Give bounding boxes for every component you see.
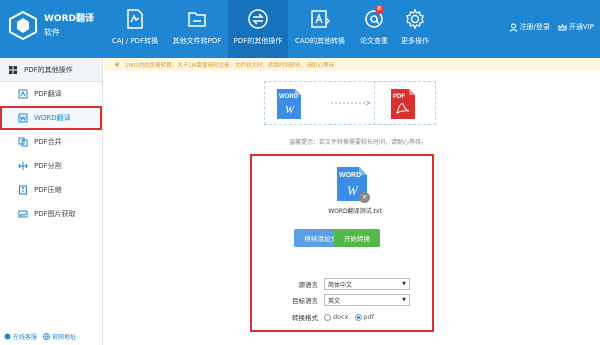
app-logo-icon <box>9 10 37 40</box>
image-icon <box>18 210 28 218</box>
format-option-label: docx <box>333 313 349 321</box>
nav-pdf-other-ops[interactable]: PDF的其他操作 <box>228 0 288 58</box>
format-radio-docx[interactable]: docx <box>324 313 349 321</box>
radio-dot <box>354 313 362 321</box>
user-area: 注册/登录 开通VIP <box>509 22 594 32</box>
target-language-select[interactable]: 英文 ▼ <box>324 294 410 306</box>
radio-dot <box>324 313 331 321</box>
user-icon <box>509 23 517 32</box>
chevron-down-icon: ▼ <box>402 281 406 287</box>
format-option-label: pdf <box>363 313 375 321</box>
sidebar-item-pdf-image[interactable]: PDF图片获取 <box>0 202 102 226</box>
vip-link[interactable]: 开通VIP <box>558 22 594 32</box>
cad-icon <box>311 10 330 28</box>
target-language-row: 目标语言 英文 ▼ <box>264 294 410 306</box>
nav-cad-convert[interactable]: CAD的其他转换 <box>288 0 352 58</box>
headset-icon <box>4 333 11 340</box>
format-label: 转换格式 <box>292 314 318 322</box>
login-link[interactable]: 注册/登录 <box>509 22 550 32</box>
crown-icon <box>558 22 567 30</box>
split-icon <box>18 162 28 170</box>
nav-label: 论文查重 <box>360 37 388 45</box>
speaker-icon <box>115 62 119 67</box>
sidebar-item-label: PDF分割 <box>34 162 62 170</box>
nav-more[interactable]: 更多操作 <box>396 0 434 58</box>
source-language-value: 简体中文 <box>328 281 353 289</box>
pdf-convert-icon <box>127 9 143 29</box>
sidebar-item-word-translate[interactable]: WORD翻译 <box>0 106 102 130</box>
globe-icon <box>43 333 50 340</box>
word-file-glyph: W <box>285 104 295 116</box>
target-language-label: 目标语言 <box>292 297 318 305</box>
remove-file-button[interactable]: × <box>359 192 370 203</box>
nav-other-to-pdf[interactable]: 其他文件转PDF <box>166 0 228 58</box>
sidebar-footer: 在线客服 官网地址 <box>0 332 103 341</box>
merge-icon <box>18 137 28 147</box>
new-badge: 新 <box>375 5 384 14</box>
source-language-label: 源语言 <box>298 281 319 289</box>
app-title: WORD翻译 <box>44 14 94 24</box>
format-radio-pdf[interactable]: pdf <box>354 313 375 321</box>
online-service-link[interactable]: 在线客服 <box>4 332 37 341</box>
nav-label: 更多操作 <box>401 37 429 45</box>
uploaded-file-label: WORD <box>339 172 361 179</box>
app-subtitle: 软件 <box>44 28 60 37</box>
online-service-label: 在线客服 <box>13 334 38 341</box>
word-file-label: WORD <box>279 94 299 100</box>
arrow-icon <box>331 101 371 105</box>
vip-label: 开通VIP <box>568 23 594 31</box>
sidebar-item-label: WORD翻译 <box>34 114 71 122</box>
sidebar: PDF的其他操作 PDF翻译 WORD翻译 PDF合并 PDF分割 PDF压缩 … <box>0 58 103 345</box>
pdf-file-label: PDF <box>393 94 405 100</box>
folder-icon <box>188 12 206 27</box>
start-convert-button[interactable]: 开始转换 <box>334 229 380 247</box>
sidebar-item-label: PDF图片获取 <box>34 210 76 218</box>
nav-label: PDF的其他操作 <box>233 37 283 45</box>
format-radio-group: docx pdf <box>324 313 374 321</box>
chevron-down-icon: ▼ <box>402 297 406 303</box>
official-site-label: 官网地址 <box>52 334 77 341</box>
nav-caj-pdf[interactable]: CAJ / PDF转换 <box>104 0 166 58</box>
notice-text: 1M以内的免费转换，大于1M需使用时注册，文件较大时，转换时间较长，请耐心等待 <box>125 62 334 69</box>
sidebar-item-pdf-merge[interactable]: PDF合并 <box>0 130 102 154</box>
swap-icon <box>248 9 268 29</box>
sidebar-item-pdf-translate[interactable]: PDF翻译 <box>0 82 102 106</box>
compress-icon <box>19 185 27 195</box>
nav-label: CAJ / PDF转换 <box>111 37 159 45</box>
file-name: WORD翻译测试.txt <box>328 208 382 215</box>
sidebar-item-pdf-split[interactable]: PDF分割 <box>0 154 102 178</box>
word-file-icon: WORD W <box>277 89 301 119</box>
notice-bar: 1M以内的免费转换，大于1M需使用时注册，文件较大时，转换时间较长，请耐心等待 <box>104 58 600 71</box>
nav-label: 其他文件转PDF <box>172 37 222 45</box>
nav-label: CAD的其他转换 <box>294 37 346 45</box>
target-language-value: 英文 <box>328 297 341 305</box>
word-translate-icon <box>18 113 28 123</box>
translate-icon <box>18 89 28 99</box>
sidebar-header-label: PDF的其他操作 <box>24 65 73 74</box>
top-bar: WORD翻译 软件 CAJ / PDF转换 其他文件转PDF PDF的其他操作 … <box>0 0 600 58</box>
sidebar-item-label: PDF翻译 <box>34 90 62 98</box>
login-label: 注册/登录 <box>519 23 550 31</box>
grid-icon <box>9 65 17 74</box>
uploaded-file-glyph: W <box>347 183 359 198</box>
sidebar-item-label: PDF压缩 <box>34 186 62 194</box>
source-language-row: 源语言 简体中文 ▼ <box>264 278 410 290</box>
sidebar-item-label: PDF合并 <box>34 138 62 146</box>
gear-icon <box>406 8 424 30</box>
source-language-select[interactable]: 简体中文 ▼ <box>324 278 410 290</box>
sidebar-header: PDF的其他操作 <box>0 58 102 82</box>
sidebar-item-pdf-compress[interactable]: PDF压缩 <box>0 178 102 202</box>
official-site-link[interactable]: 官网地址 <box>43 332 76 341</box>
nav-thesis-check[interactable]: 论文查重 新 <box>352 0 396 58</box>
pdf-file-icon: PDF <box>391 89 415 119</box>
format-row: 转换格式 docx pdf <box>264 312 374 322</box>
tip-text: 温馨提示：若文件转换需要较长时间，请耐心等待。 <box>289 139 428 146</box>
